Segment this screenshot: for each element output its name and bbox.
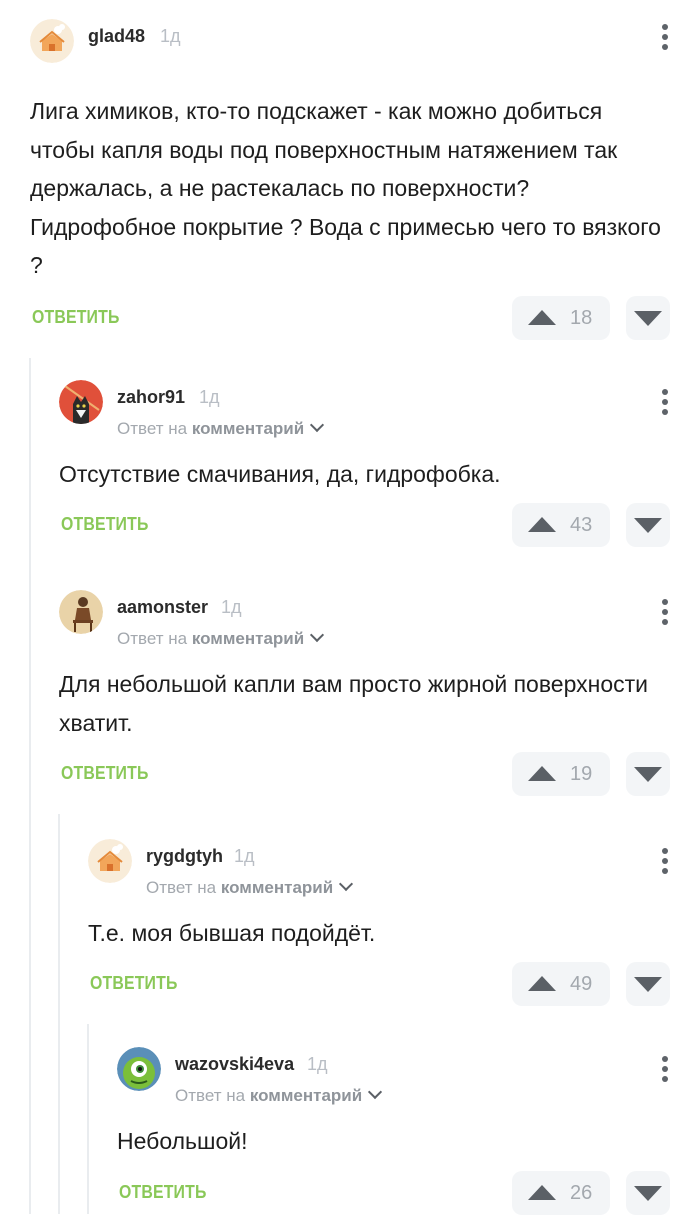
- user-avatar[interactable]: [59, 380, 103, 424]
- reply-button[interactable]: ОТВЕТИТЬ: [32, 307, 120, 328]
- comment: wazovski4eva 1д Ответ на комментарий Неб…: [117, 1044, 700, 1215]
- upvote-icon: [528, 516, 556, 532]
- rating-count: 49: [570, 972, 593, 995]
- chevron-down-icon: [310, 417, 325, 433]
- reply-button[interactable]: ОТВЕТИТЬ: [61, 514, 149, 535]
- more-options-icon[interactable]: [662, 599, 668, 629]
- downvote-button[interactable]: [626, 752, 670, 796]
- comment: zahor91 1д Ответ на комментарий Отсутств…: [59, 377, 700, 547]
- upvote-icon: [528, 1184, 556, 1200]
- downvote-button[interactable]: [626, 295, 670, 340]
- downvote-button[interactable]: [626, 961, 670, 1006]
- reply-to-link[interactable]: Ответ на комментарий: [117, 627, 325, 649]
- comment-text: Отсутствие смачивания, да, гидрофобка.: [59, 461, 501, 487]
- user-avatar[interactable]: [88, 839, 132, 883]
- timestamp: 1д: [234, 846, 255, 866]
- reply-to-link[interactable]: Ответ на комментарий: [146, 876, 354, 898]
- user-avatar[interactable]: [30, 19, 74, 63]
- username[interactable]: zahor91: [117, 387, 185, 408]
- upvote-icon: [528, 309, 556, 325]
- rating-count: 26: [570, 1181, 593, 1204]
- downvote-button[interactable]: [626, 502, 670, 547]
- username[interactable]: wazovski4eva: [175, 1054, 294, 1075]
- upvote-button[interactable]: 49: [512, 961, 610, 1006]
- timestamp: 1д: [199, 387, 220, 407]
- username[interactable]: rygdgtyh: [146, 846, 223, 867]
- chevron-down-icon: [368, 1084, 383, 1100]
- comment-text: Т.е. моя бывшая подойдёт.: [88, 920, 376, 946]
- reply-to-link[interactable]: Ответ на комментарий: [117, 417, 325, 439]
- upvote-button[interactable]: 19: [512, 752, 610, 796]
- timestamp: 1д: [307, 1054, 328, 1074]
- rating-count: 19: [570, 763, 593, 785]
- downvote-icon: [634, 1185, 662, 1201]
- username[interactable]: aamonster: [117, 597, 208, 618]
- upvote-icon: [528, 766, 556, 781]
- more-options-icon[interactable]: [662, 848, 668, 878]
- more-options-icon[interactable]: [662, 24, 668, 54]
- user-avatar[interactable]: [59, 590, 103, 634]
- reply-button[interactable]: ОТВЕТИТЬ: [119, 1182, 207, 1203]
- rating-count: 43: [570, 513, 593, 536]
- user-avatar[interactable]: [117, 1047, 161, 1091]
- comment: glad48 1д Лига химиков, кто-то подскажет…: [30, 16, 700, 340]
- username[interactable]: glad48: [88, 26, 145, 47]
- reply-button[interactable]: ОТВЕТИТЬ: [61, 763, 149, 784]
- downvote-icon: [634, 310, 662, 326]
- comment-text: Небольшой!: [117, 1128, 248, 1154]
- downvote-icon: [634, 517, 662, 533]
- comment-text: Лига химиков, кто-то подскажет - как мож…: [30, 98, 661, 278]
- chevron-down-icon: [310, 627, 325, 643]
- comment: rygdgtyh 1д Ответ на комментарий Т.е. мо…: [88, 836, 700, 1006]
- upvote-button[interactable]: 43: [512, 502, 610, 547]
- downvote-button[interactable]: [626, 1170, 670, 1215]
- thread-line: [29, 358, 31, 1214]
- timestamp: 1д: [160, 26, 181, 46]
- comment-text: Для небольшой капли вам просто жирной по…: [59, 671, 649, 736]
- downvote-icon: [634, 976, 662, 992]
- thread-line: [58, 814, 60, 1214]
- rating-count: 18: [570, 306, 593, 329]
- more-options-icon[interactable]: [662, 1056, 668, 1086]
- timestamp: 1д: [221, 597, 242, 617]
- upvote-icon: [528, 975, 556, 991]
- upvote-button[interactable]: 26: [512, 1170, 610, 1215]
- thread-line: [87, 1024, 89, 1214]
- more-options-icon[interactable]: [662, 389, 668, 419]
- reply-button[interactable]: ОТВЕТИТЬ: [90, 973, 178, 994]
- downvote-icon: [634, 767, 662, 782]
- reply-to-link[interactable]: Ответ на комментарий: [175, 1084, 383, 1106]
- upvote-button[interactable]: 18: [512, 295, 610, 340]
- comment: aamonster 1д Ответ на комментарий Для не…: [59, 587, 700, 796]
- chevron-down-icon: [339, 876, 354, 892]
